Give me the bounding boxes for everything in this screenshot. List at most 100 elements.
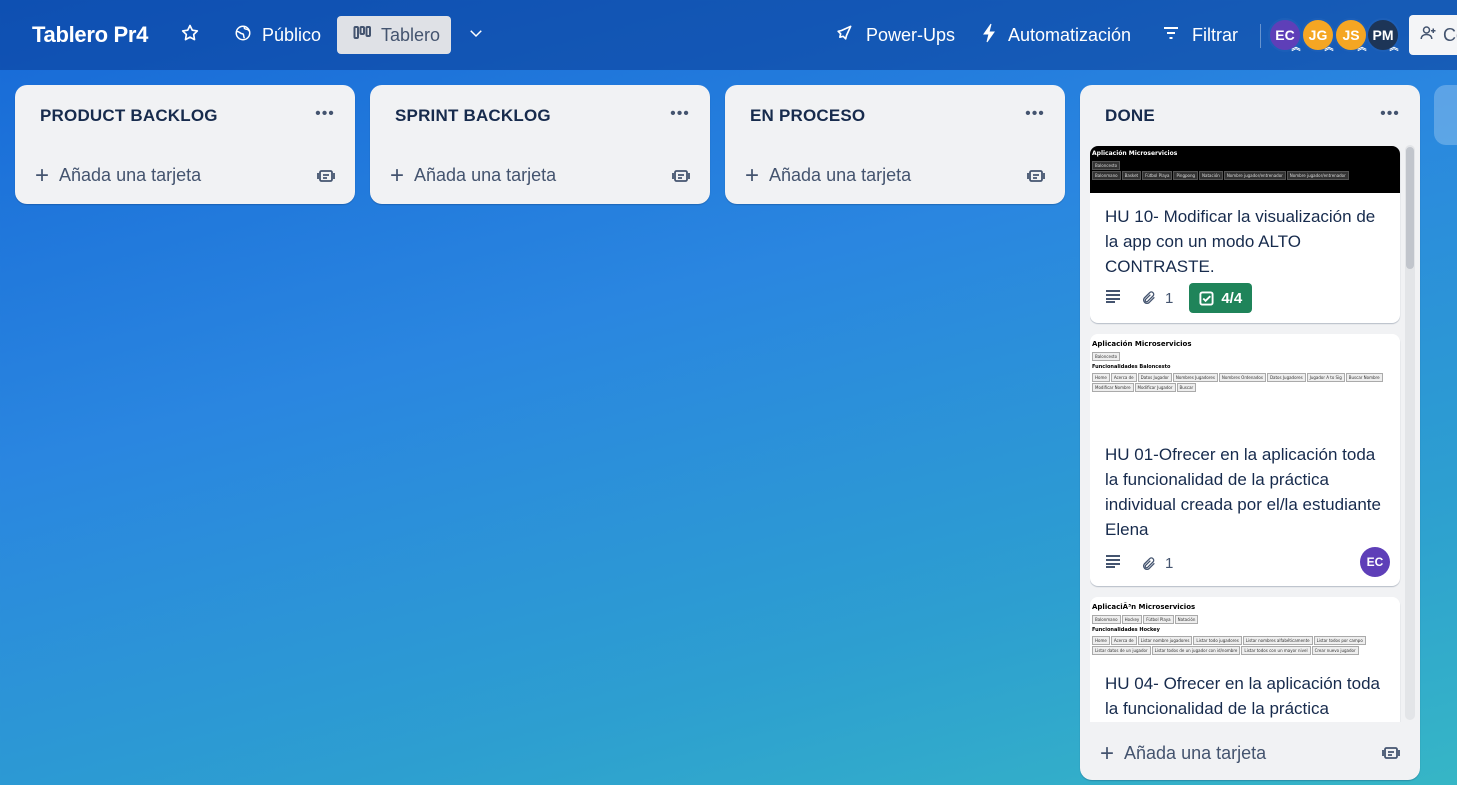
cover-tab: Nombre jugador/entrenador <box>1286 171 1349 180</box>
card-template-icon[interactable] <box>317 168 335 184</box>
list-menu-icon[interactable]: ••• <box>1023 105 1047 125</box>
powerups-button[interactable]: Power-Ups <box>834 16 955 54</box>
list-sprint-backlog: SPRINT BACKLOG ••• + Añada una tarjeta <box>370 85 710 204</box>
cover-tab: Hockey <box>1121 615 1143 624</box>
globe-icon <box>234 24 252 47</box>
card-cover-image: Aplicación Microservicios Baloncesto Bal… <box>1090 146 1400 193</box>
card-badges: 1 <box>1105 554 1173 573</box>
list-title[interactable]: DONE <box>1105 106 1155 126</box>
cover-tab: Baloncesto <box>1092 161 1121 170</box>
cover-tab: Fútbol Playa <box>1143 615 1174 624</box>
description-icon <box>1105 289 1121 308</box>
chevron-down-icon <box>467 24 485 47</box>
attachment-badge: 1 <box>1141 290 1173 307</box>
cover-tab: Datos Jugador <box>1137 373 1172 382</box>
board-view-button[interactable]: Tablero <box>337 16 451 54</box>
cover-tab: Natación <box>1199 171 1223 180</box>
checklist-count: 4/4 <box>1221 289 1243 307</box>
cover-heading: Aplicación Microservicios <box>1092 150 1178 157</box>
cover-tab: Listar datos de un jugador <box>1092 646 1151 655</box>
member-avatar-jg[interactable]: JG ︽ <box>1301 18 1335 52</box>
description-icon <box>1105 554 1121 573</box>
add-card-label: Añada una tarjeta <box>1124 743 1267 763</box>
cover-tab: Baloncesto <box>1092 352 1121 361</box>
cover-tab: Nombres Ordenados <box>1218 373 1266 382</box>
add-member-icon <box>1419 24 1443 47</box>
filter-button[interactable]: Filtrar <box>1162 16 1238 54</box>
board-view-icon <box>353 25 371 46</box>
avatar-initials: JS <box>1342 27 1360 43</box>
plus-icon: + <box>745 161 760 189</box>
add-card-button[interactable]: + Añada una tarjeta <box>1100 739 1267 767</box>
share-label: Co <box>1443 24 1457 45</box>
cover-tab: Balonmano <box>1092 615 1121 624</box>
visibility-button[interactable]: Público <box>230 16 325 54</box>
list-scrollbar[interactable] <box>1405 145 1415 720</box>
filter-label: Filtrar <box>1192 24 1238 45</box>
list-title[interactable]: EN PROCESO <box>750 106 865 126</box>
avatar-initials: EC <box>1275 27 1295 43</box>
member-avatar-ec[interactable]: EC ︽ <box>1268 18 1302 52</box>
checklist-badge: 4/4 <box>1189 283 1253 313</box>
avatar-initials: JG <box>1308 27 1328 43</box>
card-member-avatar[interactable]: EC <box>1360 547 1390 577</box>
visibility-label: Público <box>262 24 322 45</box>
cover-tab: Nombres Jugadores <box>1172 373 1218 382</box>
card-template-icon[interactable] <box>1382 745 1400 761</box>
cover-tab: Listar todos de un jugador con id/nombre <box>1151 646 1241 655</box>
cover-tab: Listar nombre jugadores <box>1137 636 1193 645</box>
cover-subheading: Funcionalidades Hockey <box>1092 627 1160 633</box>
attachment-count: 1 <box>1165 555 1174 572</box>
list-menu-icon[interactable]: ••• <box>313 105 337 125</box>
list-title[interactable]: SPRINT BACKLOG <box>395 106 551 126</box>
cover-tab: Modificar Jugador <box>1134 383 1176 392</box>
cards-area: Aplicación Microservicios Baloncesto Bal… <box>1090 146 1401 722</box>
cover-tab: Crear nuevo jugador <box>1311 646 1359 655</box>
cover-tab: Listar todo jugadores <box>1193 636 1242 645</box>
card-hu01[interactable]: Aplicación Microservicios Baloncesto Fun… <box>1090 334 1400 586</box>
cover-tab: Balonmano <box>1092 171 1121 180</box>
cover-tab: Home <box>1092 636 1110 645</box>
add-card-button[interactable]: + Añada una tarjeta <box>35 163 202 187</box>
card-cover-image: Aplicación Microservicios Baloncesto Fun… <box>1090 334 1400 434</box>
view-switcher-button[interactable] <box>462 16 490 54</box>
card-template-icon[interactable] <box>1027 168 1045 184</box>
card-title: HU 04- Ofrecer en la aplicación toda la … <box>1105 674 1380 718</box>
card-template-icon[interactable] <box>672 168 690 184</box>
add-card-button[interactable]: + Añada una tarjeta <box>745 161 911 189</box>
plus-icon: + <box>1100 739 1115 767</box>
cover-tabs-row1: Balonmano Hockey Fútbol Playa Natación <box>1092 614 1398 624</box>
avatar-initials: PM <box>1372 27 1394 43</box>
add-card-button[interactable]: + Añada una tarjeta <box>390 163 557 187</box>
scrollbar-thumb[interactable] <box>1406 147 1414 269</box>
powerups-label: Power-Ups <box>866 24 956 45</box>
cover-tab: Listar nombres alfabéticamente <box>1242 636 1313 645</box>
header-divider <box>1260 24 1261 48</box>
automation-button[interactable]: Automatización <box>982 16 1131 54</box>
list-menu-icon[interactable]: ••• <box>1378 105 1402 125</box>
card-cover-image: AplicaciÃ³n Microservicios Balonmano Hock… <box>1090 597 1400 669</box>
star-board-button[interactable] <box>176 16 204 54</box>
cover-tab: Fútbol Playa <box>1142 171 1173 180</box>
cover-tab: Listar todos por campo <box>1313 636 1366 645</box>
member-avatar-pm[interactable]: PM ︽ <box>1366 18 1400 52</box>
cover-tab: Buscar <box>1176 383 1197 392</box>
rocket-icon <box>834 23 854 48</box>
add-card-label: Añada una tarjeta <box>59 165 202 185</box>
list-en-proceso: EN PROCESO ••• + Añada una tarjeta <box>725 85 1065 204</box>
member-avatar-js[interactable]: JS ︽ <box>1334 18 1368 52</box>
cover-tab: Datos Jugadores <box>1266 373 1306 382</box>
list-title[interactable]: PRODUCT BACKLOG <box>40 106 218 126</box>
card-title: HU 10- Modificar la visualización de la … <box>1105 207 1376 276</box>
cover-tabs-row1: Baloncesto <box>1092 351 1398 361</box>
board-title[interactable]: Tablero Pr4 <box>32 22 148 48</box>
list-product-backlog: PRODUCT BACKLOG ••• + Añada una tarjeta <box>15 85 355 204</box>
card-badges: 1 4/4 <box>1105 283 1253 313</box>
add-list-button[interactable] <box>1434 85 1457 145</box>
cover-tab: Acerca de <box>1110 373 1137 382</box>
list-menu-icon[interactable]: ••• <box>668 105 692 125</box>
add-card-label: Añada una tarjeta <box>414 165 557 185</box>
card-hu04[interactable]: AplicaciÃ³n Microservicios Balonmano Hock… <box>1090 597 1400 722</box>
share-button[interactable]: Co <box>1409 15 1457 55</box>
card-hu10[interactable]: Aplicación Microservicios Baloncesto Bal… <box>1090 146 1400 323</box>
